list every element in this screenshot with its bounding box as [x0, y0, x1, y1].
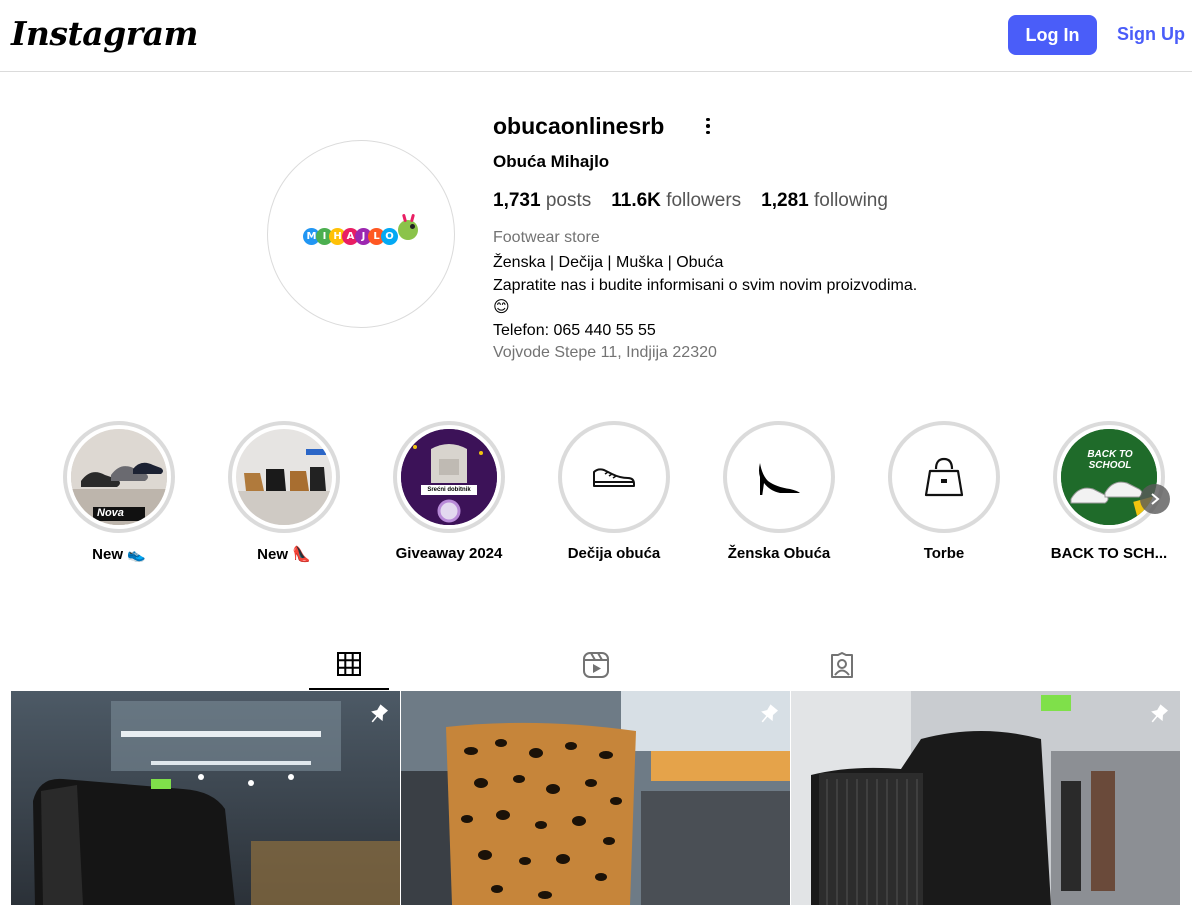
highlight-label: Giveaway 2024: [395, 545, 503, 562]
highlight-label: Ženska Obuća: [727, 545, 831, 562]
highlight-overlay-text: BACK TO SCHOOL: [1087, 449, 1133, 471]
bio-line-1: Ženska | Dečija | Muška | Obuća: [493, 254, 724, 271]
post-tile[interactable]: [401, 691, 790, 905]
bio-address[interactable]: Vojvode Stepe 11, Indjija 22320: [493, 342, 973, 365]
pin-icon: [371, 704, 389, 723]
tagged-icon: [831, 652, 853, 678]
chevron-right-icon: [1151, 493, 1160, 505]
tab-reels[interactable]: [556, 640, 636, 690]
back-to-school-photo: [1061, 429, 1157, 525]
profile-stats: 1,731 posts 11.6K followers 1,281 follow…: [493, 190, 888, 212]
post-tile[interactable]: [11, 691, 400, 905]
highlight-label: BACK TO SCH...: [1050, 545, 1168, 562]
post-tile[interactable]: [791, 691, 1180, 905]
highlight-overlay-text: Srećni dobitnik: [427, 487, 471, 493]
followers-stat[interactable]: 11.6K followers: [611, 190, 741, 212]
highlight-zenska-obuca[interactable]: Ženska Obuća: [709, 421, 849, 562]
tab-tagged[interactable]: [802, 640, 882, 690]
posts-stat: 1,731 posts: [493, 190, 592, 211]
highlight-decija-obuca[interactable]: Dečija obuća: [544, 421, 684, 562]
highlights-next-button[interactable]: [1140, 484, 1170, 514]
highlight-label: Dečija obuća: [567, 545, 661, 562]
highlight-torbe[interactable]: Torbe: [874, 421, 1014, 562]
handbag-icon: [924, 457, 964, 497]
highlight-label: New 👠: [257, 546, 311, 563]
highlight-label: Torbe: [923, 545, 965, 562]
profile-bio: Ženska | Dečija | Muška | Obuća Zapratit…: [493, 252, 973, 365]
following-stat[interactable]: 1,281 following: [761, 190, 888, 212]
profile-category: Footwear store: [493, 229, 600, 246]
more-options-icon[interactable]: [700, 116, 716, 136]
instagram-logo[interactable]: Instagram: [11, 14, 198, 53]
highlight-label: New 👟: [92, 546, 146, 563]
bio-emoji: 😊: [493, 299, 510, 316]
log-in-button[interactable]: Log In: [1008, 15, 1097, 55]
mihajlo-logo: M I H A J L O: [303, 213, 419, 254]
highlight-new-heels[interactable]: New 👠: [214, 421, 354, 563]
pin-icon: [761, 704, 779, 723]
profile-avatar[interactable]: M I H A J L O: [267, 140, 455, 328]
pin-icon: [1151, 704, 1169, 723]
sign-up-link[interactable]: Sign Up: [1117, 24, 1185, 45]
tab-posts[interactable]: [309, 640, 389, 690]
leopard-boot-photo: [401, 691, 790, 905]
highlight-new-sneakers[interactable]: Nova New 👟: [49, 421, 189, 563]
top-bar: Instagram Log In Sign Up: [0, 0, 1192, 72]
heels-photo: [236, 429, 332, 525]
highlight-giveaway[interactable]: Srećni dobitnik Giveaway 2024: [379, 421, 519, 562]
highlight-overlay-text: Nova: [97, 507, 124, 519]
black-leather-boot-photo: [11, 691, 400, 905]
sneaker-icon: [593, 468, 635, 487]
black-chelsea-boot-photo: [791, 691, 1180, 905]
reels-icon: [583, 652, 609, 678]
profile-full-name: Obuća Mihajlo: [493, 152, 610, 171]
bio-line-2: Zapratite nas i budite informisani o svi…: [493, 276, 918, 294]
high-heel-icon: [759, 463, 800, 495]
bio-phone: Telefon: 065 440 55 55: [493, 321, 656, 339]
bag-giveaway-photo: [401, 429, 497, 525]
grid-icon: [337, 652, 361, 676]
profile-username: obucaonlinesrb: [493, 113, 665, 139]
